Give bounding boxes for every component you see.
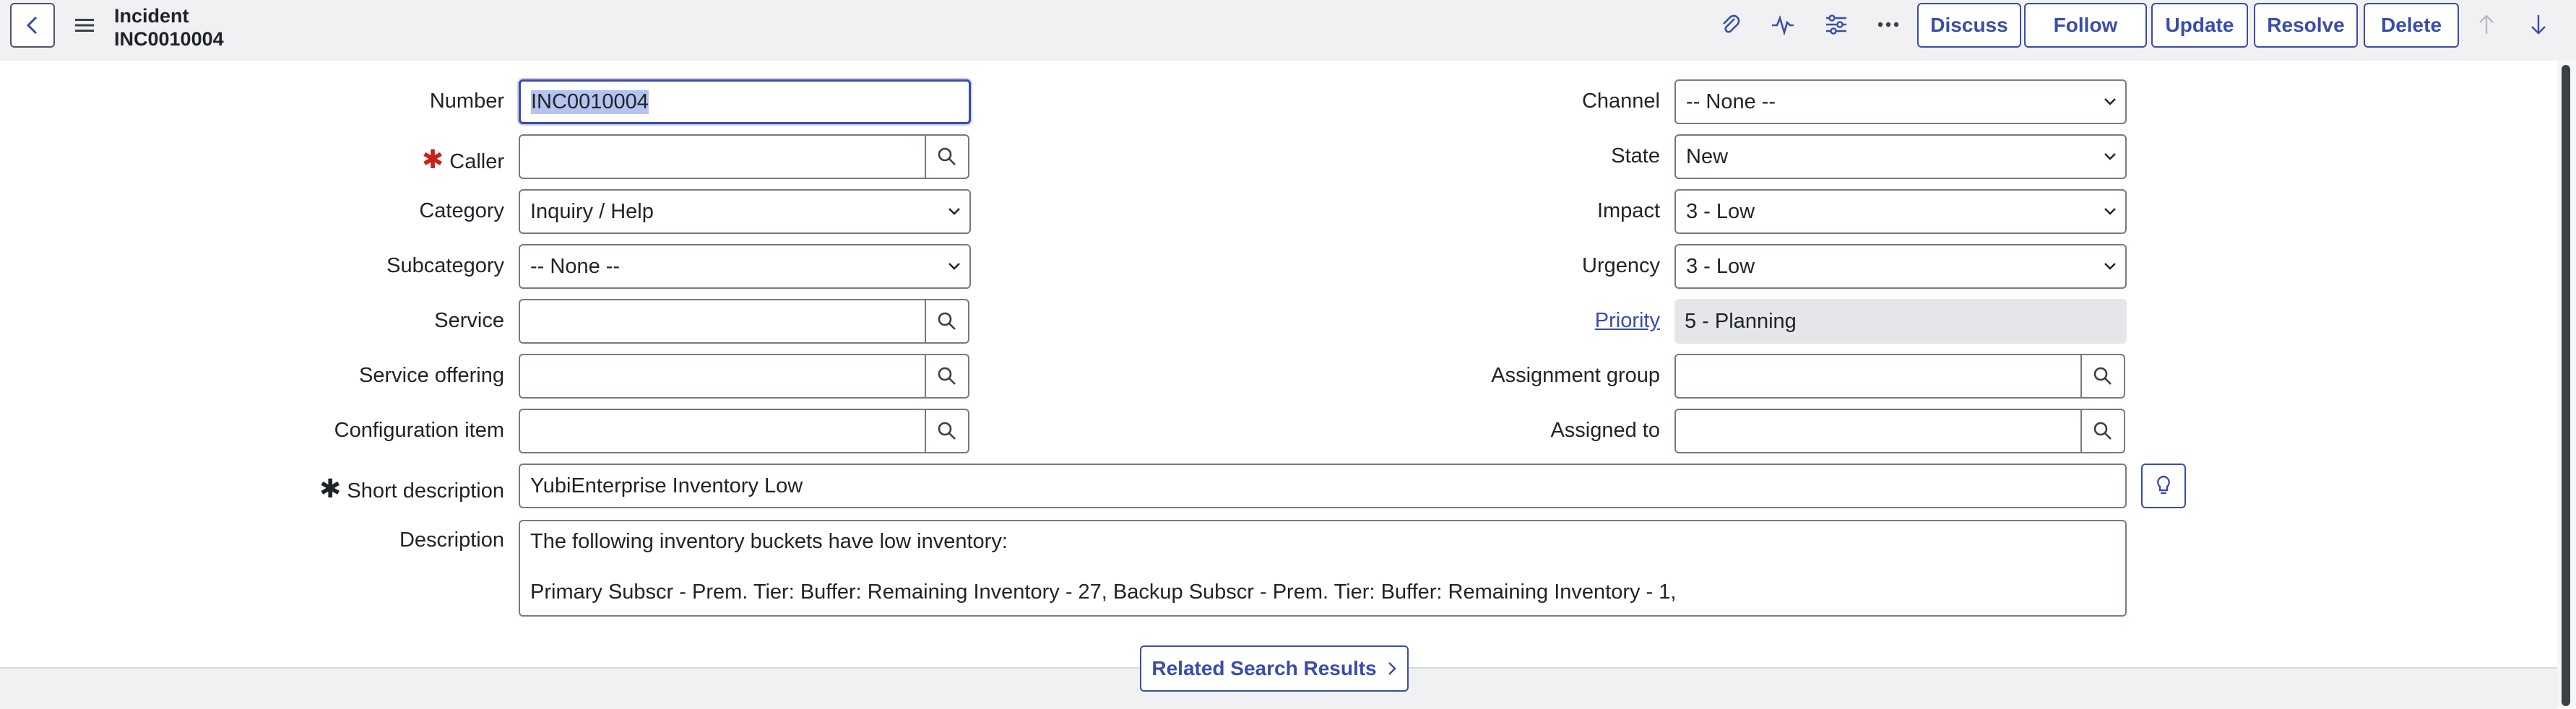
chevron-right-icon [1388, 662, 1396, 675]
channel-label: Channel [1581, 90, 1660, 113]
chevron-down-icon [2104, 153, 2116, 160]
required-icon: ✱ [319, 474, 342, 503]
chevron-down-icon [948, 263, 960, 270]
chevron-down-icon [2104, 98, 2116, 105]
record-number: INC0010004 [114, 28, 224, 50]
urgency-label: Urgency [1582, 254, 1660, 277]
channel-value: -- None -- [1686, 90, 1776, 113]
caller-lookup-button[interactable] [925, 134, 969, 179]
caller-label-text: Caller [449, 150, 504, 173]
attachment-icon[interactable] [1718, 12, 1744, 38]
impact-select[interactable]: 3 - Low [1674, 189, 2127, 234]
short-description-label-text: Short description [347, 479, 504, 503]
channel-select[interactable]: -- None -- [1674, 79, 2127, 124]
caller-input[interactable] [519, 134, 926, 179]
short-description-input[interactable]: YubiEnterprise Inventory Low [519, 464, 2127, 508]
subcategory-value: -- None -- [530, 254, 621, 278]
related-search-results-button[interactable]: Related Search Results [1140, 645, 1409, 692]
service-offering-input[interactable] [519, 354, 926, 399]
discuss-button[interactable]: Discuss [1917, 3, 2021, 48]
subcategory-select[interactable]: -- None -- [519, 244, 971, 289]
description-line-1: The following inventory buckets have low… [530, 530, 1008, 553]
assigned-to-lookup-button[interactable] [2080, 409, 2125, 453]
form-header: Incident INC0010004 Discuss Follow Updat… [0, 0, 2576, 61]
subcategory-label: Subcategory [386, 254, 504, 277]
impact-label: Impact [1596, 199, 1660, 222]
arrow-down-icon[interactable] [2525, 12, 2551, 38]
back-icon [26, 16, 38, 35]
urgency-select[interactable]: 3 - Low [1674, 244, 2127, 289]
category-select[interactable]: Inquiry / Help [519, 189, 971, 234]
number-label: Number [429, 90, 504, 113]
back-button[interactable] [10, 3, 55, 48]
hamburger-icon[interactable] [75, 17, 94, 33]
resolve-button[interactable]: Resolve [2254, 3, 2358, 48]
service-label: Service [434, 309, 504, 332]
activity-icon[interactable] [1770, 12, 1796, 38]
follow-button[interactable]: Follow [2024, 3, 2147, 48]
related-search-results-label: Related Search Results [1151, 657, 1377, 679]
number-value: INC0010004 [531, 90, 649, 114]
configuration-item-lookup-button[interactable] [925, 409, 969, 453]
page-title: Incident [114, 5, 189, 27]
urgency-value: 3 - Low [1686, 254, 1755, 278]
arrow-up-icon[interactable] [2473, 12, 2499, 38]
description-label: Description [399, 529, 504, 552]
chevron-down-icon [948, 208, 960, 215]
search-icon [938, 422, 956, 440]
category-value: Inquiry / Help [530, 199, 654, 223]
search-icon [938, 312, 956, 330]
caller-label: ✱ Caller [422, 144, 504, 175]
short-description-label: ✱ Short description [319, 474, 504, 504]
category-label: Category [419, 199, 504, 222]
impact-value: 3 - Low [1686, 199, 1755, 223]
chevron-down-icon [2104, 263, 2116, 270]
state-label: State [1611, 144, 1660, 168]
required-icon: ✱ [422, 144, 444, 174]
scrollbar-thumb[interactable] [2562, 65, 2570, 706]
delete-button[interactable]: Delete [2364, 3, 2459, 48]
priority-value: 5 - Planning [1674, 299, 2127, 344]
lightbulb-icon [2157, 475, 2170, 495]
assigned-to-label: Assigned to [1550, 419, 1660, 442]
title-block: Incident INC0010004 [114, 4, 224, 51]
search-icon [938, 367, 956, 385]
assigned-to-input[interactable] [1674, 409, 2082, 453]
search-icon [2093, 367, 2112, 385]
configuration-item-label: Configuration item [334, 419, 504, 442]
number-field[interactable]: INC0010004 [519, 79, 971, 124]
settings-icon[interactable] [1823, 12, 1849, 38]
state-value: New [1686, 144, 1729, 168]
more-icon[interactable] [1875, 12, 1901, 38]
priority-link[interactable]: Priority [1595, 309, 1660, 333]
state-select[interactable]: New [1674, 134, 2127, 179]
service-offering-label: Service offering [359, 364, 504, 387]
update-button[interactable]: Update [2151, 3, 2248, 48]
description-textarea[interactable]: The following inventory buckets have low… [519, 520, 2127, 617]
search-icon [938, 147, 956, 165]
assignment-group-label: Assignment group [1491, 364, 1660, 387]
service-input[interactable] [519, 299, 926, 344]
service-lookup-button[interactable] [925, 299, 969, 344]
chevron-down-icon [2104, 208, 2116, 215]
description-line-2: Primary Subscr - Prem. Tier: Buffer: Rem… [530, 580, 1677, 604]
search-icon [2093, 422, 2112, 440]
service-offering-lookup-button[interactable] [925, 354, 969, 399]
assignment-group-lookup-button[interactable] [2080, 354, 2125, 399]
configuration-item-input[interactable] [519, 409, 926, 453]
assignment-group-input[interactable] [1674, 354, 2082, 399]
suggestion-button[interactable] [2141, 464, 2186, 508]
